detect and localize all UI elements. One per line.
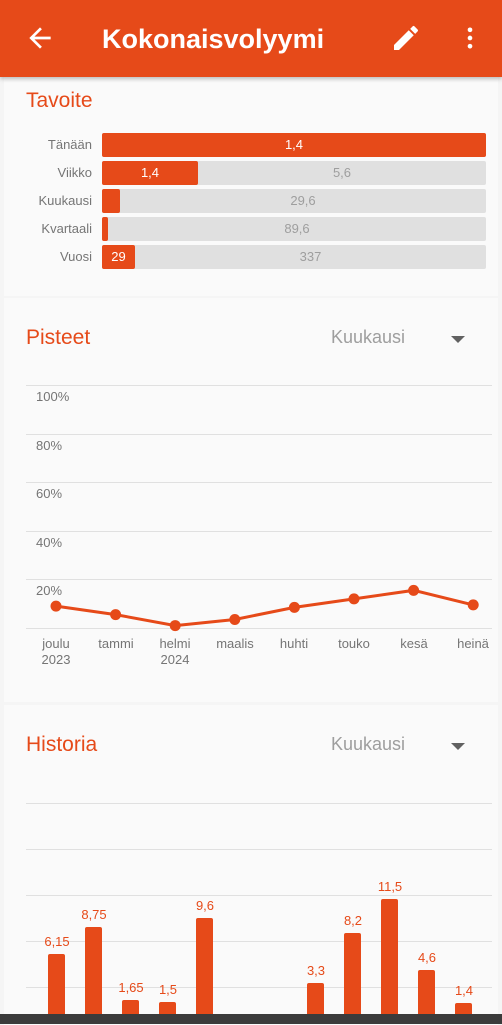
data-point: [348, 593, 360, 605]
data-point: [110, 609, 122, 621]
data-point: [229, 613, 241, 625]
app-bar: Kokonaisvolyymi: [0, 0, 502, 77]
more-vertical-icon[interactable]: [456, 22, 484, 54]
data-point: [288, 601, 300, 613]
history-bar: [381, 899, 398, 1017]
x-axis-tick-label: touko: [324, 636, 384, 652]
history-card: Historia Kuukausi 6,15 8,75 1,65 1,5 9,6 3,3 8…: [4, 705, 498, 1025]
history-bar-label: 8,2: [343, 913, 363, 928]
goal-row-label: Vuosi: [59, 249, 92, 264]
arrow-left-icon[interactable]: [24, 22, 56, 54]
goal-progress-value: 29: [111, 249, 126, 264]
points-card: Pisteet Kuukausi 20% 40% 60% 80% 100% joulu 20…: [4, 298, 498, 702]
history-bar-label: 1,5: [158, 982, 178, 997]
x-axis-tick-label-line: tammi: [98, 636, 134, 651]
data-point: [408, 584, 420, 596]
data-point: [50, 600, 62, 612]
goal-progress-bar: 1,4 5,6: [102, 161, 486, 185]
chevron-down-icon: [451, 743, 465, 750]
chart-gridline: [26, 895, 492, 896]
history-title: Historia: [26, 733, 98, 756]
chart-gridline: [26, 849, 492, 850]
data-point: [169, 620, 181, 632]
goal-title: Tavoite: [26, 89, 93, 112]
goal-progress-value: 1,4: [140, 165, 160, 180]
history-bar-label: 4,6: [417, 950, 437, 965]
goal-row-label: Tänään: [47, 137, 92, 152]
x-axis-tick-label: heinä: [443, 636, 502, 652]
history-bar: [344, 933, 361, 1017]
pencil-icon[interactable]: [390, 22, 422, 54]
series-line: [55, 588, 474, 628]
goal-row-label: Viikko: [57, 165, 92, 180]
history-bar: [418, 970, 435, 1017]
x-axis-tick-label: maalis: [205, 636, 265, 652]
x-axis-tick-label-line: maalis: [216, 636, 254, 651]
history-bar-label: 9,6: [195, 898, 215, 913]
goal-progress-value: 1,4: [284, 137, 304, 152]
history-bar-label: 3,3: [306, 963, 326, 978]
goal-row-label: Kuukausi: [38, 193, 92, 208]
goal-card: Tavoite Tänään 1,4 Viikko 1,4 5,6 Kuukausi 29,…: [4, 77, 498, 296]
x-axis-tick-label: helmi 2024: [145, 636, 205, 668]
history-bar: [307, 983, 324, 1017]
x-axis-tick-label-line: touko: [338, 636, 370, 651]
history-bar-label: 8,75: [81, 907, 107, 922]
history-bar-label: 1,4: [454, 983, 474, 998]
x-axis-tick-label-line: 2024: [160, 652, 190, 667]
goal-target-value: 29,6: [290, 193, 316, 208]
history-bar: [48, 954, 65, 1017]
x-axis-tick-label: tammi: [86, 636, 146, 652]
x-axis-tick-label-line: huhti: [279, 636, 309, 651]
data-point: [467, 599, 479, 611]
history-bar-label: 11,5: [377, 879, 403, 894]
goal-row-label: Kvartaali: [41, 221, 92, 236]
page-title: Kokonaisvolyymi: [102, 24, 325, 54]
history-bar: [85, 927, 102, 1017]
history-bar-label: 6,15: [44, 934, 70, 949]
goal-target-value: 337: [299, 249, 322, 264]
goal-target-value: 5,6: [332, 165, 352, 180]
x-axis-tick-label: joulu 2023: [26, 636, 86, 668]
goal-progress-fill: [102, 189, 120, 213]
x-axis-tick-label-line: heinä: [457, 636, 489, 651]
goal-target-value: 89,6: [284, 221, 310, 236]
goal-progress-bar: 89,6: [102, 217, 486, 241]
x-axis-tick-label-line: helmi: [159, 636, 191, 651]
x-axis-tick-label: kesä: [384, 636, 444, 652]
history-bar: [196, 918, 213, 1017]
goal-progress-bar: 1,4: [102, 133, 486, 157]
history-period-dropdown[interactable]: Kuukausi: [331, 734, 471, 758]
x-axis-tick-label: huhti: [264, 636, 324, 652]
x-axis-tick-label-line: 2023: [41, 652, 71, 667]
history-period-value: Kuukausi: [331, 734, 406, 754]
x-axis-tick-label-line: kesä: [400, 636, 428, 651]
x-axis-tick-label-line: joulu: [42, 636, 70, 651]
goal-progress-bar: 29 337: [102, 245, 486, 269]
system-navigation-bar: [0, 1014, 502, 1024]
goal-progress-bar: 29,6: [102, 189, 486, 213]
chart-gridline: [26, 803, 492, 804]
